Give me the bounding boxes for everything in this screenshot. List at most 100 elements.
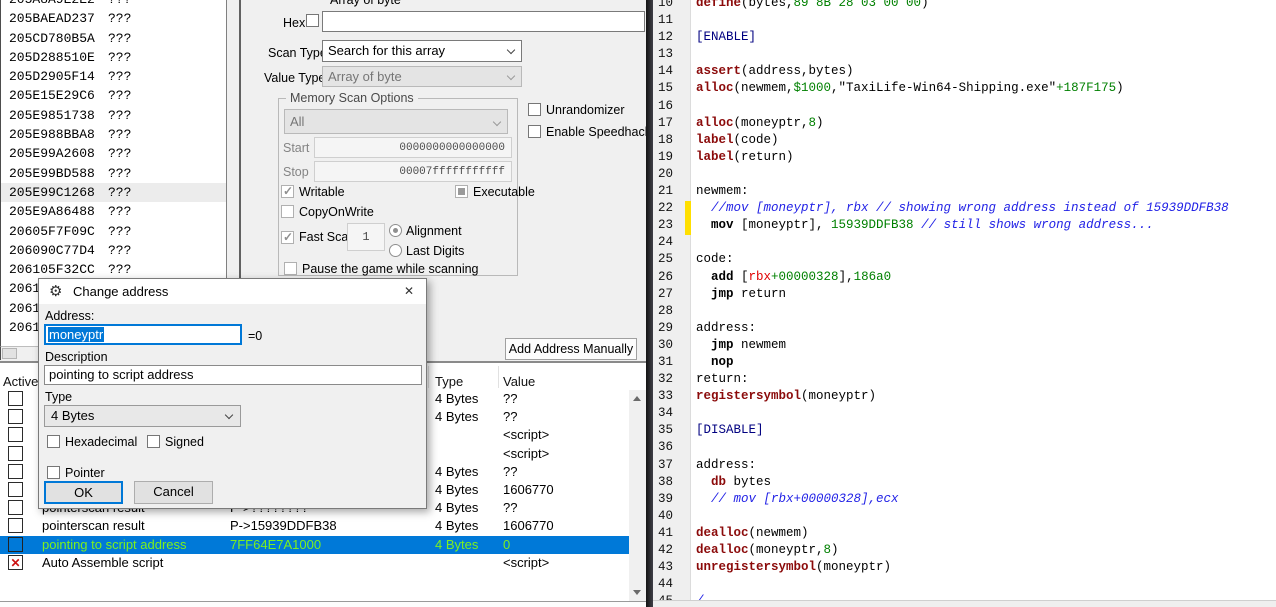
auto-assembler-editor: 1011121314151617181920212223242526272829…	[646, 0, 1276, 607]
found-address-row[interactable]: 20605F7F09C???	[1, 222, 226, 241]
code-line: jmp return	[696, 287, 1276, 304]
type-dropdown[interactable]: 4 Bytes	[44, 405, 241, 427]
table-scrollbar[interactable]	[629, 390, 646, 601]
found-address-row[interactable]: 205D2905F14???	[1, 67, 226, 86]
table-row[interactable]: pointing to script address7FF64E7A10004 …	[0, 536, 629, 554]
found-address-row[interactable]: 206105F32CC???	[1, 260, 226, 279]
scan-type-dropdown[interactable]: Search for this array	[322, 40, 522, 62]
region-dropdown[interactable]: All	[284, 109, 508, 134]
active-checkbox[interactable]	[8, 464, 23, 479]
fastscan-alignment-input[interactable]: 1	[347, 223, 385, 251]
signed-label: Signed	[165, 435, 204, 449]
description-input[interactable]: pointing to script address	[44, 365, 422, 385]
ok-button[interactable]: OK	[44, 481, 123, 504]
pointer-checkbox[interactable]	[47, 466, 60, 479]
found-list-scrollbar-thumb[interactable]	[2, 348, 17, 359]
chevron-down-icon	[225, 411, 233, 419]
editor-bottom-strip[interactable]	[653, 600, 1276, 607]
column-header-active[interactable]: Active	[3, 374, 38, 389]
hex-label: Hex	[283, 16, 305, 30]
active-checkbox[interactable]	[8, 518, 23, 533]
found-address-row[interactable]: 205A8A9E2E2???	[1, 0, 226, 9]
stop-field[interactable]: 00007fffffffffff	[314, 161, 512, 182]
column-header-value[interactable]: Value	[503, 374, 535, 389]
found-address: 206105F32CC	[9, 262, 95, 277]
code-line: add [rbx+00000328],186a0	[696, 270, 1276, 287]
found-value: ???	[108, 31, 131, 46]
cancel-button[interactable]: Cancel	[134, 481, 213, 504]
row-type: 4 Bytes	[435, 500, 478, 515]
line-number: 19	[653, 150, 690, 167]
line-number: 43	[653, 560, 690, 577]
row-value: 1606770	[503, 482, 554, 497]
line-number: 39	[653, 492, 690, 509]
writable-checkbox[interactable]	[281, 185, 294, 198]
active-checkbox[interactable]	[8, 537, 23, 552]
fastscan-checkbox[interactable]	[281, 231, 294, 244]
found-address-row[interactable]: 205CD780B5A???	[1, 29, 226, 48]
code-line: dealloc(moneyptr,8)	[696, 543, 1276, 560]
line-number: 28	[653, 304, 690, 321]
code-segment: define	[696, 0, 741, 10]
hexadecimal-checkbox[interactable]	[47, 435, 60, 448]
address-input[interactable]: moneyptr	[44, 324, 242, 345]
code-line: return:	[696, 372, 1276, 389]
code-segment: unregistersymbol	[696, 560, 816, 574]
add-address-manually-button[interactable]: Add Address Manually	[505, 338, 637, 360]
line-number: 38	[653, 475, 690, 492]
active-checkbox[interactable]	[8, 427, 23, 442]
code-line: jmp newmem	[696, 338, 1276, 355]
found-address-row[interactable]: 205E988BBA8???	[1, 125, 226, 144]
executable-checkbox[interactable]	[455, 185, 468, 198]
found-address-row[interactable]: 205E15E29C6???	[1, 86, 226, 105]
unrandomizer-checkbox[interactable]	[528, 103, 541, 116]
scroll-up-icon[interactable]	[633, 396, 641, 401]
code-line: label(code)	[696, 133, 1276, 150]
found-address-row[interactable]: 205E99BD588???	[1, 164, 226, 183]
code-segment: dealloc	[696, 526, 749, 540]
active-checkbox[interactable]: ✕	[8, 555, 23, 570]
active-checkbox[interactable]	[8, 500, 23, 515]
pause-game-checkbox[interactable]	[284, 262, 297, 275]
code-segment: address:	[696, 458, 756, 472]
last-digits-radio[interactable]	[389, 244, 402, 257]
value-type-dropdown[interactable]: Array of byte	[322, 66, 522, 87]
editor-code-lines[interactable]: define(bytes,89 8B 28 03 00 00)[ENABLE]a…	[696, 0, 1276, 607]
active-checkbox[interactable]	[8, 409, 23, 424]
active-checkbox[interactable]	[8, 482, 23, 497]
code-line: assert(address,bytes)	[696, 64, 1276, 81]
code-line: code:	[696, 252, 1276, 269]
hex-checkbox[interactable]	[306, 14, 319, 27]
alignment-radio[interactable]	[389, 224, 402, 237]
scroll-down-icon[interactable]	[633, 590, 641, 595]
found-address-row[interactable]: 206090C77D4???	[1, 241, 226, 260]
code-segment: [ENABLE]	[696, 30, 756, 44]
column-header-type[interactable]: Type	[435, 374, 463, 389]
copyonwrite-checkbox[interactable]	[281, 205, 294, 218]
row-value: ??	[503, 500, 517, 515]
dialog-title: Change address	[73, 284, 168, 299]
code-line: alloc(moneyptr,8)	[696, 116, 1276, 133]
found-address-row[interactable]: 205E99C1268???	[1, 183, 226, 202]
code-segment: (moneyptr,	[734, 116, 809, 130]
table-row[interactable]: ✕Auto Assemble script<script>	[0, 554, 629, 572]
close-icon[interactable]: ✕	[392, 279, 426, 304]
line-number: 25	[653, 252, 690, 269]
found-address-row[interactable]: 205E9851738???	[1, 106, 226, 125]
table-row[interactable]: pointerscan resultP->15939DDFB384 Bytes1…	[0, 517, 629, 535]
change-address-dialog: ⚙ Change address ✕ Address: moneyptr =0 …	[38, 278, 427, 509]
found-address-row[interactable]: 205D288510E???	[1, 48, 226, 67]
code-line	[696, 440, 1276, 457]
signed-checkbox[interactable]	[147, 435, 160, 448]
found-value: ???	[108, 262, 131, 277]
active-checkbox[interactable]	[8, 391, 23, 406]
found-address-row[interactable]: 205E9A86488???	[1, 202, 226, 221]
found-address-row[interactable]: 205E99A2608???	[1, 144, 226, 163]
found-address-row[interactable]: 205BAEAD237???	[1, 9, 226, 28]
scan-value-input[interactable]	[322, 11, 645, 32]
active-checkbox[interactable]	[8, 446, 23, 461]
start-field[interactable]: 0000000000000000	[314, 137, 512, 158]
speedhack-checkbox[interactable]	[528, 125, 541, 138]
code-segment: newmem:	[696, 184, 749, 198]
line-number: 41	[653, 526, 690, 543]
